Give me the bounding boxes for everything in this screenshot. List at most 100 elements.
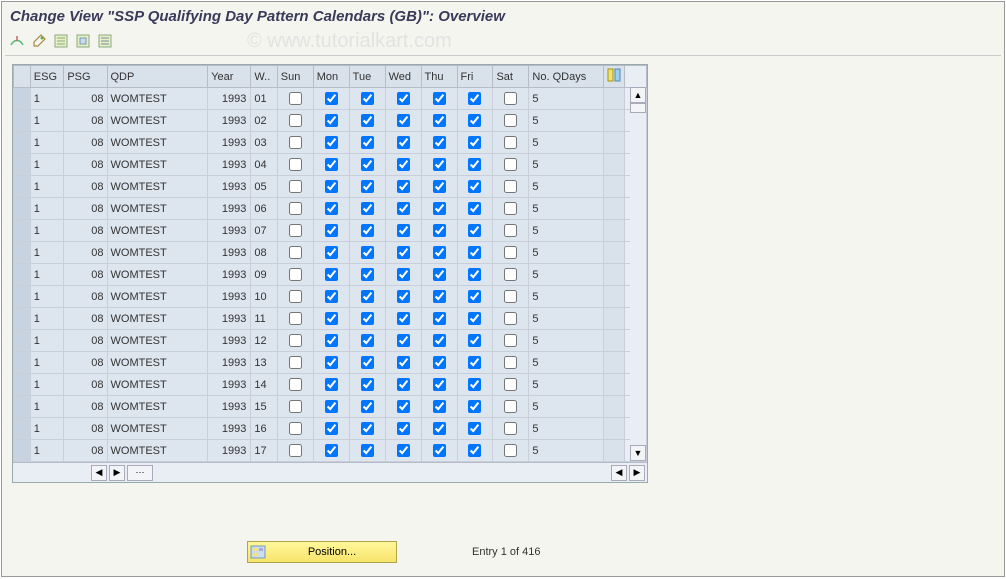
checkbox-wed[interactable] bbox=[397, 202, 410, 215]
checkbox-sat[interactable] bbox=[504, 444, 517, 457]
checkbox-wed[interactable] bbox=[397, 224, 410, 237]
cell-esg[interactable]: 1 bbox=[30, 286, 64, 308]
other-view-icon[interactable] bbox=[8, 32, 26, 50]
cell-year[interactable]: 1993 bbox=[208, 88, 251, 110]
cell-tue[interactable] bbox=[349, 352, 385, 374]
cell-sun[interactable] bbox=[277, 88, 313, 110]
col-year[interactable]: Year bbox=[208, 66, 251, 88]
checkbox-tue[interactable] bbox=[361, 114, 374, 127]
cell-mon[interactable] bbox=[313, 88, 349, 110]
cell-week[interactable]: 02 bbox=[251, 110, 277, 132]
cell-sat[interactable] bbox=[493, 154, 529, 176]
cell-year[interactable]: 1993 bbox=[208, 374, 251, 396]
checkbox-fri[interactable] bbox=[468, 312, 481, 325]
checkbox-tue[interactable] bbox=[361, 224, 374, 237]
scroll-thumb[interactable] bbox=[630, 103, 646, 113]
table-row[interactable]: 108WOMTEST1993085 bbox=[14, 242, 647, 264]
cell-tue[interactable] bbox=[349, 440, 385, 462]
scroll-left2-icon[interactable]: ◀ bbox=[611, 465, 627, 481]
row-selector[interactable] bbox=[14, 198, 31, 220]
table-row[interactable]: 108WOMTEST1993095 bbox=[14, 264, 647, 286]
checkbox-sat[interactable] bbox=[504, 356, 517, 369]
cell-fri[interactable] bbox=[457, 242, 493, 264]
cell-week[interactable]: 09 bbox=[251, 264, 277, 286]
checkbox-tue[interactable] bbox=[361, 356, 374, 369]
checkbox-wed[interactable] bbox=[397, 158, 410, 171]
cell-tue[interactable] bbox=[349, 132, 385, 154]
checkbox-sun[interactable] bbox=[289, 422, 302, 435]
checkbox-sat[interactable] bbox=[504, 334, 517, 347]
cell-esg[interactable]: 1 bbox=[30, 176, 64, 198]
checkbox-mon[interactable] bbox=[325, 180, 338, 193]
table-row[interactable]: 108WOMTEST1993035 bbox=[14, 132, 647, 154]
cell-wed[interactable] bbox=[385, 374, 421, 396]
checkbox-thu[interactable] bbox=[433, 180, 446, 193]
checkbox-sun[interactable] bbox=[289, 246, 302, 259]
cell-mon[interactable] bbox=[313, 132, 349, 154]
checkbox-sun[interactable] bbox=[289, 400, 302, 413]
cell-mon[interactable] bbox=[313, 198, 349, 220]
cell-wed[interactable] bbox=[385, 396, 421, 418]
checkbox-wed[interactable] bbox=[397, 246, 410, 259]
checkbox-fri[interactable] bbox=[468, 136, 481, 149]
cell-tue[interactable] bbox=[349, 154, 385, 176]
cell-week[interactable]: 13 bbox=[251, 352, 277, 374]
cell-year[interactable]: 1993 bbox=[208, 264, 251, 286]
cell-week[interactable]: 03 bbox=[251, 132, 277, 154]
row-selector[interactable] bbox=[14, 132, 31, 154]
cell-sun[interactable] bbox=[277, 374, 313, 396]
row-selector[interactable] bbox=[14, 330, 31, 352]
cell-wed[interactable] bbox=[385, 198, 421, 220]
col-tue[interactable]: Tue bbox=[349, 66, 385, 88]
checkbox-tue[interactable] bbox=[361, 202, 374, 215]
checkbox-thu[interactable] bbox=[433, 224, 446, 237]
table-row[interactable]: 108WOMTEST1993105 bbox=[14, 286, 647, 308]
checkbox-mon[interactable] bbox=[325, 202, 338, 215]
checkbox-tue[interactable] bbox=[361, 444, 374, 457]
cell-psg[interactable]: 08 bbox=[64, 242, 107, 264]
cell-week[interactable]: 12 bbox=[251, 330, 277, 352]
cell-sun[interactable] bbox=[277, 154, 313, 176]
cell-year[interactable]: 1993 bbox=[208, 330, 251, 352]
cell-week[interactable]: 01 bbox=[251, 88, 277, 110]
checkbox-thu[interactable] bbox=[433, 444, 446, 457]
checkbox-wed[interactable] bbox=[397, 334, 410, 347]
table-row[interactable]: 108WOMTEST1993125 bbox=[14, 330, 647, 352]
col-thu[interactable]: Thu bbox=[421, 66, 457, 88]
cell-psg[interactable]: 08 bbox=[64, 418, 107, 440]
cell-thu[interactable] bbox=[421, 154, 457, 176]
cell-psg[interactable]: 08 bbox=[64, 176, 107, 198]
cell-year[interactable]: 1993 bbox=[208, 418, 251, 440]
cell-week[interactable]: 17 bbox=[251, 440, 277, 462]
cell-sat[interactable] bbox=[493, 418, 529, 440]
cell-tue[interactable] bbox=[349, 418, 385, 440]
checkbox-tue[interactable] bbox=[361, 92, 374, 105]
checkbox-thu[interactable] bbox=[433, 136, 446, 149]
cell-tue[interactable] bbox=[349, 198, 385, 220]
cell-mon[interactable] bbox=[313, 286, 349, 308]
copy-icon[interactable] bbox=[74, 32, 92, 50]
cell-esg[interactable]: 1 bbox=[30, 264, 64, 286]
cell-psg[interactable]: 08 bbox=[64, 198, 107, 220]
cell-psg[interactable]: 08 bbox=[64, 88, 107, 110]
cell-mon[interactable] bbox=[313, 396, 349, 418]
cell-sat[interactable] bbox=[493, 176, 529, 198]
cell-year[interactable]: 1993 bbox=[208, 286, 251, 308]
checkbox-sat[interactable] bbox=[504, 224, 517, 237]
checkbox-sun[interactable] bbox=[289, 114, 302, 127]
row-selector[interactable] bbox=[14, 396, 31, 418]
cell-qdp[interactable]: WOMTEST bbox=[107, 330, 208, 352]
cell-psg[interactable]: 08 bbox=[64, 286, 107, 308]
cell-no-qdays[interactable]: 5 bbox=[529, 286, 603, 308]
checkbox-thu[interactable] bbox=[433, 422, 446, 435]
table-row[interactable]: 108WOMTEST1993175 bbox=[14, 440, 647, 462]
checkbox-wed[interactable] bbox=[397, 180, 410, 193]
checkbox-tue[interactable] bbox=[361, 378, 374, 391]
cell-sun[interactable] bbox=[277, 396, 313, 418]
cell-no-qdays[interactable]: 5 bbox=[529, 330, 603, 352]
row-selector[interactable] bbox=[14, 110, 31, 132]
cell-wed[interactable] bbox=[385, 308, 421, 330]
cell-thu[interactable] bbox=[421, 308, 457, 330]
cell-no-qdays[interactable]: 5 bbox=[529, 110, 603, 132]
cell-fri[interactable] bbox=[457, 352, 493, 374]
